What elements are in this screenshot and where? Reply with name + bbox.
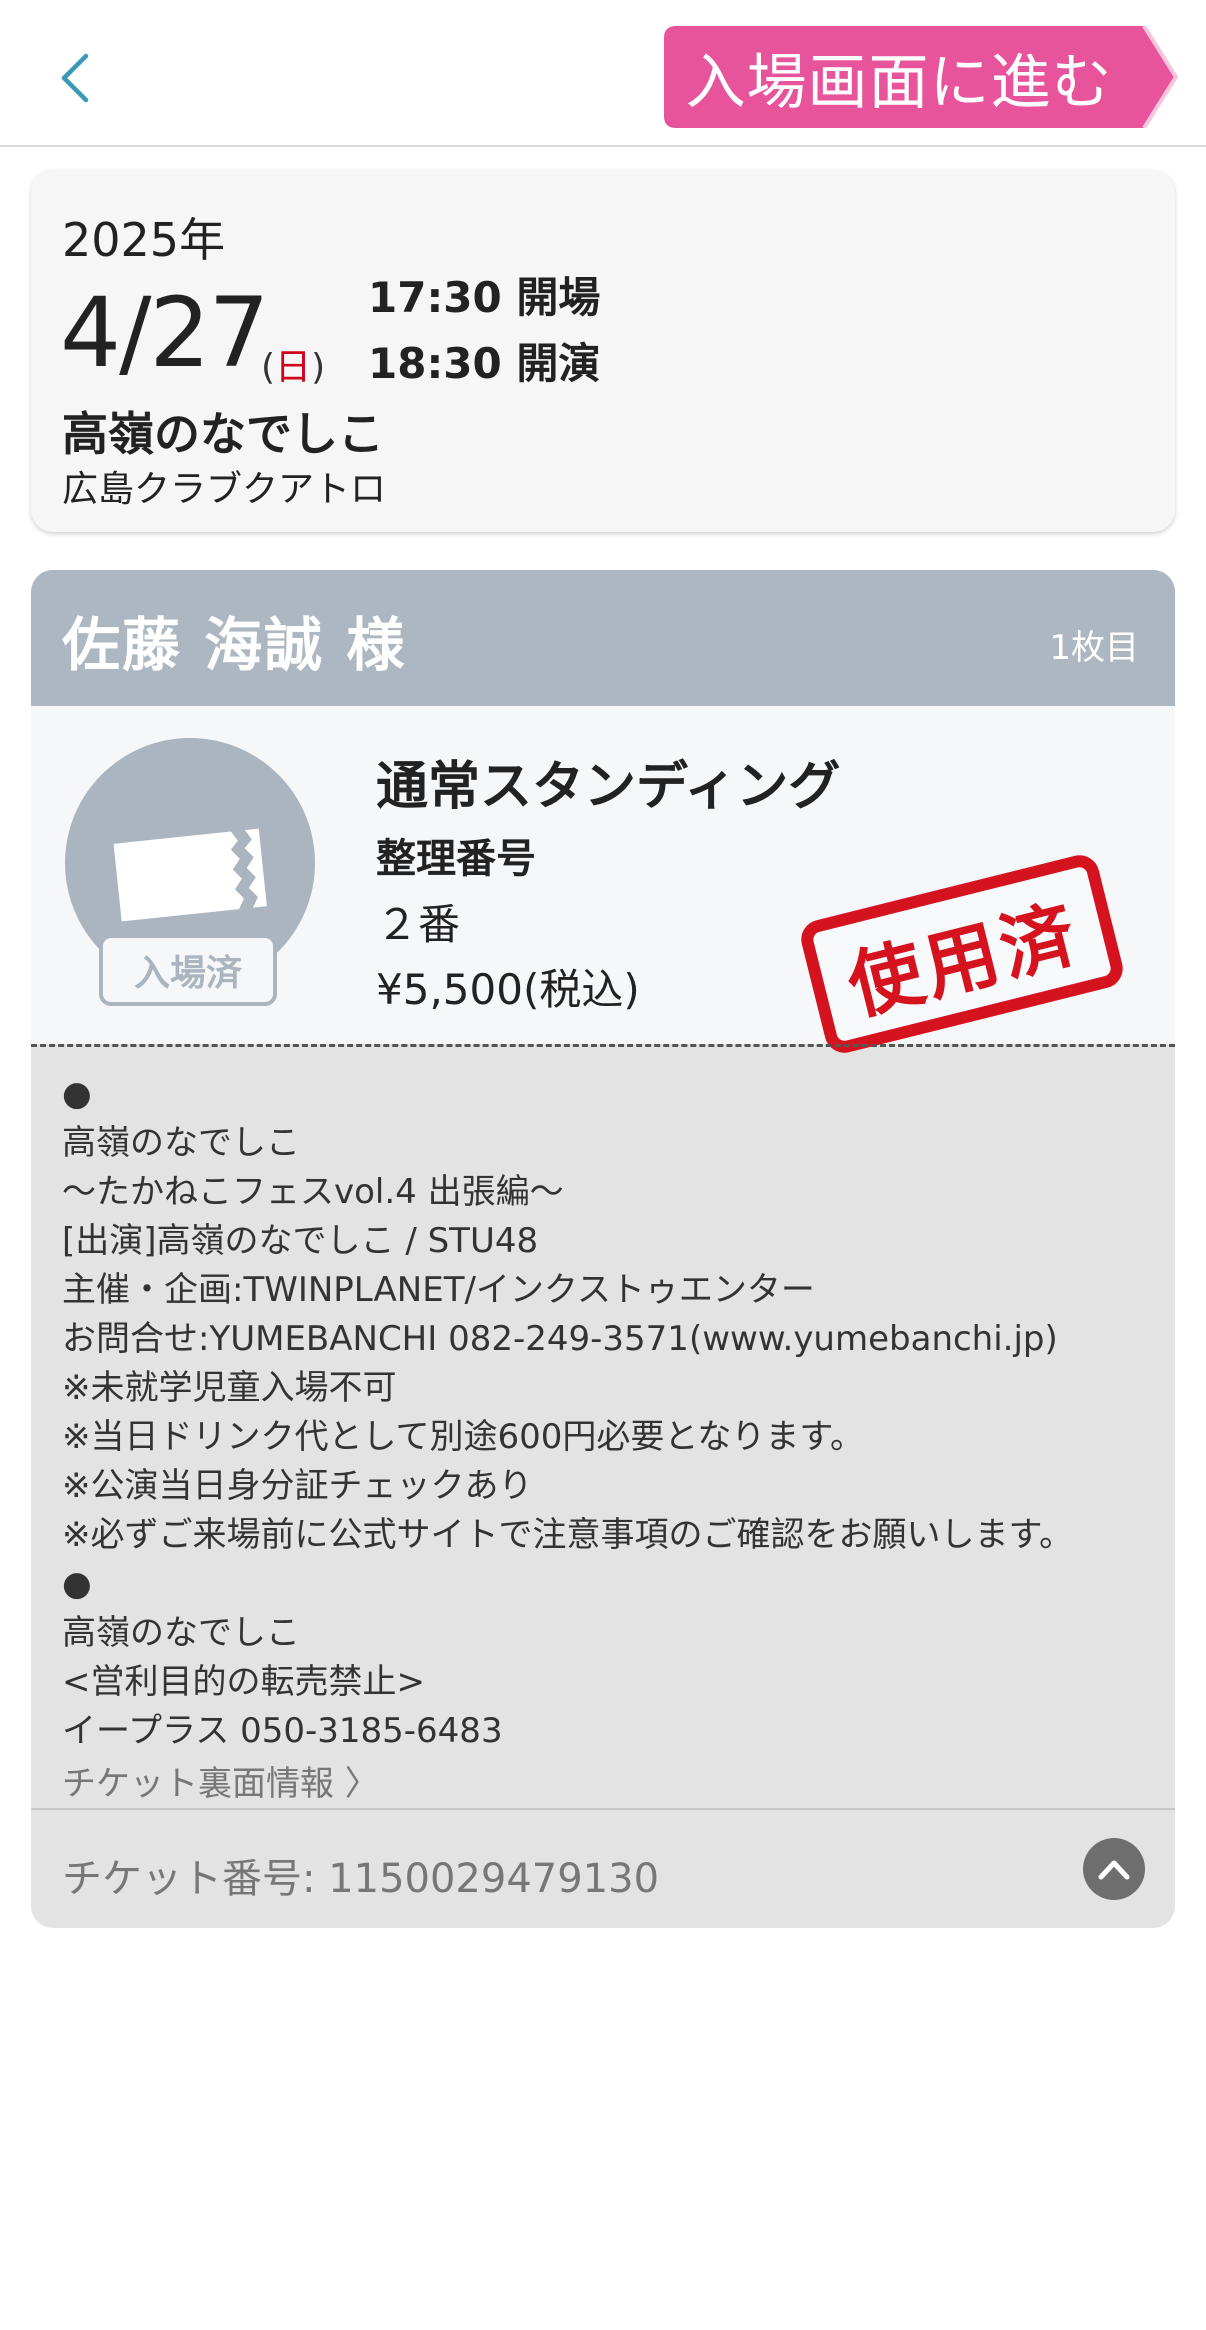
info-line: 高嶺のなでしこ xyxy=(62,1123,300,1163)
info-bullet: ● xyxy=(62,1564,92,1604)
ticket-card: 佐藤 海誠 様 1枚目 入場済 通常スタンディング 整理番号 ２番 ¥5,500… xyxy=(31,570,1175,1928)
info-line: ※必ずご来場前に公式サイトで注意事項のご確認をお願いします。 xyxy=(62,1515,1074,1555)
ticket-price: ¥5,500(税込) xyxy=(376,965,640,1014)
event-date: 4/27 xyxy=(60,277,270,389)
open-time: 17:30 開場 xyxy=(368,273,601,322)
seat-number-label: 整理番号 xyxy=(376,836,536,882)
info-line: ※未就学児童入場不可 xyxy=(62,1368,397,1408)
info-line: お問合せ:YUMEBANCHI 082-249-3571(www.yumeban… xyxy=(62,1319,1058,1359)
info-line: 主催・企画:TWINPLANET/インクストゥエンター xyxy=(62,1270,815,1310)
event-year: 2025年 xyxy=(62,213,226,267)
ticket-back-info-link[interactable]: チケット裏面情報 〉 xyxy=(62,1756,379,1805)
entered-badge: 入場済 xyxy=(99,934,277,1006)
info-bullet: ● xyxy=(62,1074,92,1114)
info-line: <営利目的の転売禁止> xyxy=(62,1662,425,1702)
ticket-holder-name: 佐藤 海誠 様 xyxy=(62,611,407,679)
chevron-up-icon xyxy=(1098,1860,1130,1880)
event-venue: 広島クラブクアトロ xyxy=(62,469,387,510)
event-day-of-week: (日) xyxy=(261,347,326,388)
info-line: 高嶺のなでしこ xyxy=(62,1613,300,1653)
event-card: 2025年 4/27 (日) 17:30 開場 18:30 開演 高嶺のなでしこ… xyxy=(31,170,1175,532)
chevron-left-icon xyxy=(61,53,89,103)
ticket-summary: 入場済 通常スタンディング 整理番号 ２番 ¥5,500(税込) 使用済 xyxy=(31,706,1175,1057)
used-stamp: 使用済 xyxy=(797,851,1127,1057)
footer-divider xyxy=(31,1808,1175,1810)
info-line: ※公演当日身分証チェックあり xyxy=(62,1466,533,1506)
enter-screen-button[interactable]: 入場画面に進む xyxy=(664,26,1184,128)
collapse-button[interactable] xyxy=(1083,1838,1145,1900)
info-line: イープラス 050-3185-6483 xyxy=(62,1711,503,1751)
ticket-icon xyxy=(113,828,267,922)
event-times: 17:30 開場 18:30 開演 xyxy=(368,265,600,397)
back-button[interactable] xyxy=(50,48,100,108)
enter-button-label: 入場画面に進む xyxy=(685,47,1113,118)
ticket-info-text: ● 高嶺のなでしこ 〜たかねこフェスvol.4 出張編〜 [出演]高嶺のなでしこ… xyxy=(62,1070,1152,1756)
app-header: 入場画面に進む xyxy=(0,0,1206,147)
dashed-divider xyxy=(31,1044,1175,1047)
event-artist: 高嶺のなでしこ xyxy=(62,407,384,461)
start-time: 18:30 開演 xyxy=(368,339,601,388)
seat-number: ２番 xyxy=(376,900,461,949)
info-line: ※当日ドリンク代として別途600円必要となります。 xyxy=(62,1417,864,1457)
ticket-number: チケット番号: 1150029479130 xyxy=(62,1856,660,1902)
ticket-sheet-count: 1枚目 xyxy=(1049,628,1139,668)
seat-type: 通常スタンディング xyxy=(376,757,841,817)
info-line: [出演]高嶺のなでしこ / STU48 xyxy=(62,1221,539,1261)
info-line: 〜たかねこフェスvol.4 出張編〜 xyxy=(62,1172,564,1212)
ticket-header: 佐藤 海誠 様 1枚目 xyxy=(31,570,1175,706)
